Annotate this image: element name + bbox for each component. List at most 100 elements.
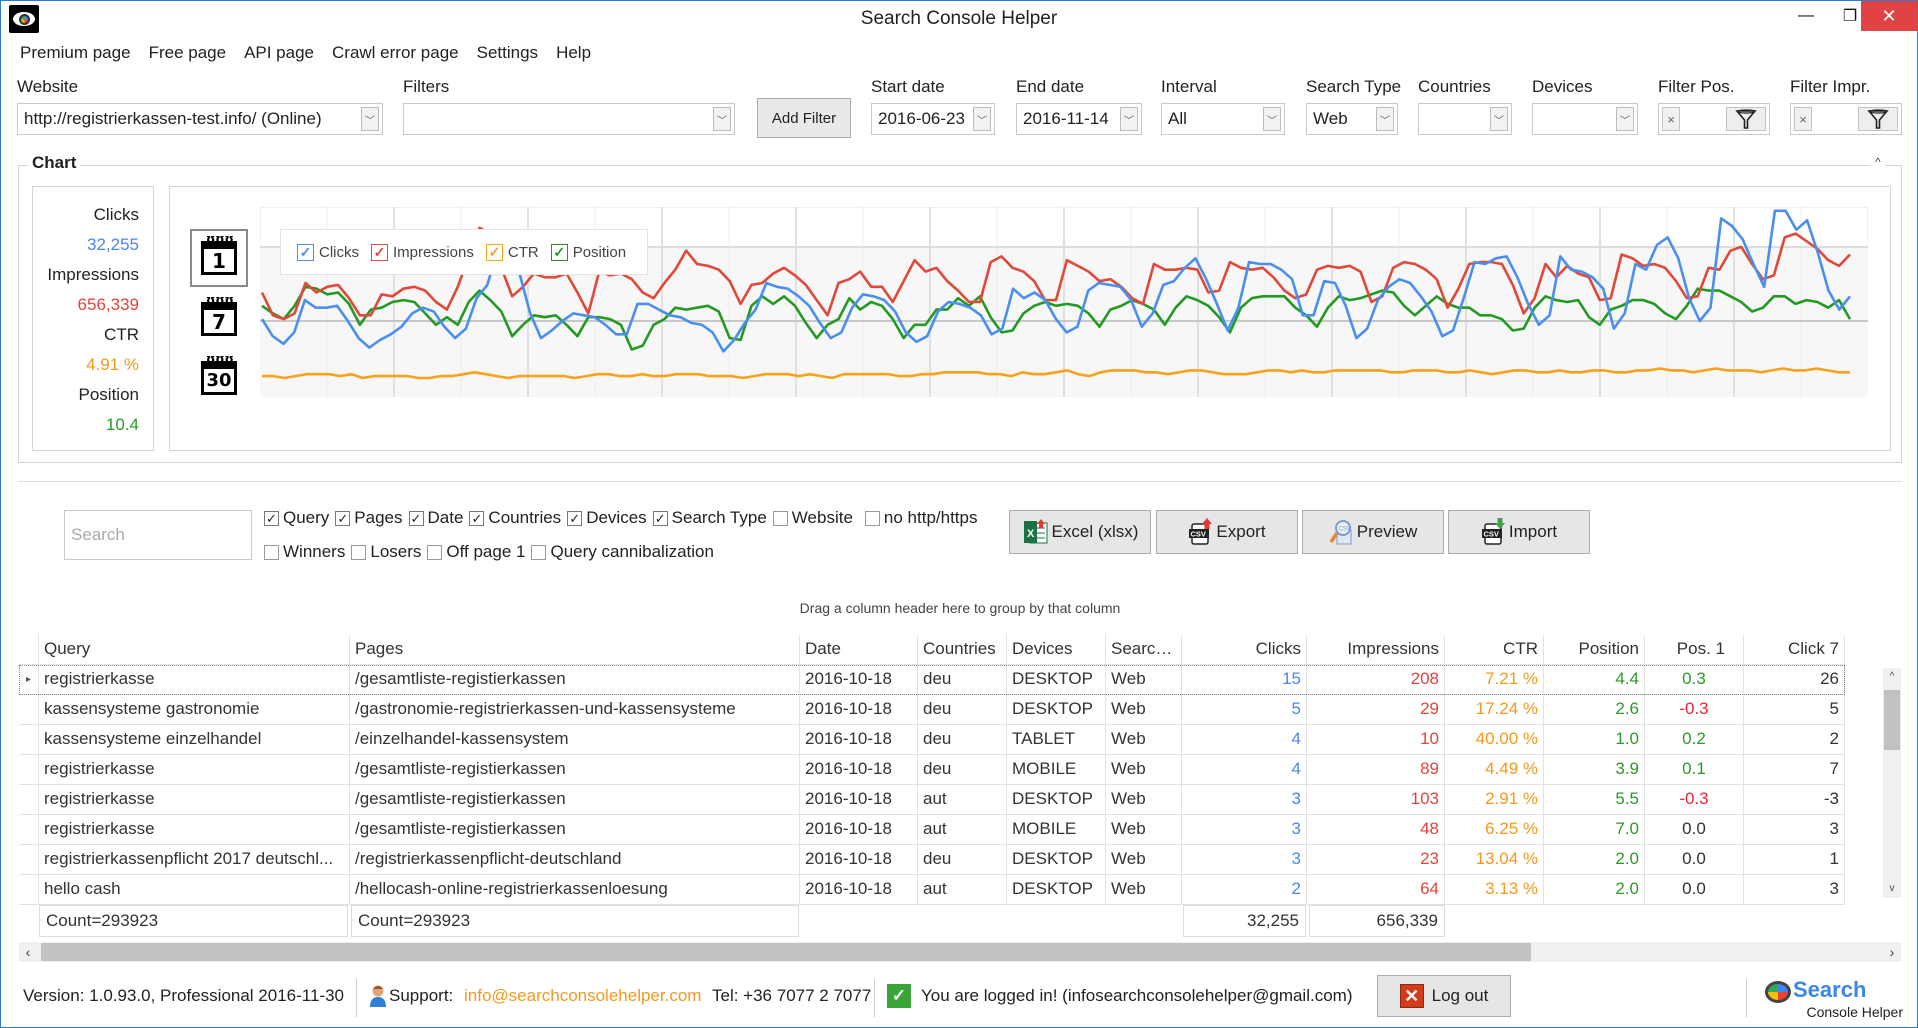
cell-click7-change[interactable]: 26 [1744, 665, 1845, 695]
cell-device[interactable]: DESKTOP [1007, 695, 1106, 725]
cell-position[interactable]: 2.0 [1544, 875, 1645, 905]
legend-item-ctr[interactable]: ✓ CTR [485, 243, 539, 261]
search-type-select[interactable]: Web ﹀ [1306, 103, 1398, 135]
csv-import-button[interactable]: CSV Import [1448, 510, 1590, 554]
column-header-date[interactable]: Date [800, 635, 918, 665]
cell-click7-change[interactable]: 7 [1744, 755, 1845, 785]
checkbox-date[interactable]: ✓ Date [408, 508, 463, 528]
cell-date[interactable]: 2016-10-18 [800, 695, 918, 725]
cell-pages[interactable]: /gastronomie-registrierkassen-und-kassen… [350, 695, 800, 725]
checkbox-checked-icon[interactable]: ✓ [550, 243, 568, 261]
cell-pos1-change[interactable]: 0.0 [1645, 875, 1744, 905]
cell-click7-change[interactable]: 2 [1744, 725, 1845, 755]
cell-clicks[interactable]: 5 [1182, 695, 1307, 725]
cell-date[interactable]: 2016-10-18 [800, 785, 918, 815]
column-header-pages[interactable]: Pages [350, 635, 800, 665]
csv-export-button[interactable]: CSV Export [1156, 510, 1298, 554]
checkbox-winners[interactable]: Winners [264, 542, 345, 562]
filter-funnel-icon[interactable] [1726, 107, 1766, 131]
cell-pages[interactable]: /registrierkassenpflicht-deutschland [350, 845, 800, 875]
minimize-button[interactable]: — [1783, 1, 1829, 31]
cell-device[interactable]: DESKTOP [1007, 875, 1106, 905]
legend-item-position[interactable]: ✓ Position [550, 243, 626, 261]
countries-select[interactable]: ﹀ [1418, 103, 1512, 135]
end-date-picker[interactable]: 2016-11-14 ﹀ [1016, 103, 1142, 135]
cell-country[interactable]: deu [918, 845, 1007, 875]
cell-device[interactable]: DESKTOP [1007, 845, 1106, 875]
close-button[interactable]: ✕ [1861, 1, 1917, 31]
cell-device[interactable]: TABLET [1007, 725, 1106, 755]
cell-search-type[interactable]: Web [1106, 755, 1182, 785]
cell-pos1-change[interactable]: -0.3 [1645, 695, 1744, 725]
cell-position[interactable]: 2.0 [1544, 845, 1645, 875]
cell-clicks[interactable]: 3 [1182, 785, 1307, 815]
filters-select[interactable]: ﹀ [403, 103, 735, 135]
column-header-impressions[interactable]: Impressions [1307, 635, 1445, 665]
chevron-down-icon[interactable]: ﹀ [1490, 107, 1508, 131]
cell-pos1-change[interactable]: 0.0 [1645, 845, 1744, 875]
column-header-click7[interactable]: Click 7 [1744, 635, 1845, 665]
table-row[interactable]: kassensysteme gastronomie/gastronomie-re… [19, 695, 1845, 725]
chevron-down-icon[interactable]: ﹀ [713, 107, 731, 131]
column-header-clicks[interactable]: Clicks [1182, 635, 1307, 665]
cell-clicks[interactable]: 3 [1182, 845, 1307, 875]
website-select[interactable]: http://registrierkassen-test.info/ (Onli… [17, 103, 383, 135]
cell-date[interactable]: 2016-10-18 [800, 845, 918, 875]
row-indicator[interactable] [19, 845, 39, 875]
cell-ctr[interactable]: 7.21 % [1445, 665, 1544, 695]
search-input[interactable] [64, 510, 252, 560]
chevron-down-icon[interactable]: ﹀ [1120, 107, 1138, 131]
monthly-interval-button[interactable]: 30 [190, 349, 248, 407]
cell-position[interactable]: 5.5 [1544, 785, 1645, 815]
scroll-left-icon[interactable]: ‹ [19, 942, 37, 962]
cell-search-type[interactable]: Web [1106, 695, 1182, 725]
cell-pages[interactable]: /hellocash-online-registrierkassenloesun… [350, 875, 800, 905]
weekly-interval-button[interactable]: 7 [190, 290, 248, 348]
checkbox-checked-icon[interactable]: ✓ [297, 243, 314, 261]
cell-click7-change[interactable]: -3 [1744, 785, 1845, 815]
menu-premium-page[interactable]: Premium page [11, 41, 140, 65]
checkbox-devices[interactable]: ✓ Devices [567, 508, 647, 528]
chevron-down-icon[interactable]: ﹀ [1263, 107, 1281, 131]
cell-country[interactable]: deu [918, 725, 1007, 755]
checkbox-pages[interactable]: ✓ Pages [335, 508, 403, 528]
vertical-scrollbar[interactable]: ^ v [1883, 668, 1901, 898]
cell-impressions[interactable]: 48 [1307, 815, 1445, 845]
table-row[interactable]: ▸ registrierkasse/gesamtliste-registierka… [19, 665, 1845, 695]
cell-pos1-change[interactable]: 0.1 [1645, 755, 1744, 785]
support-email-link[interactable]: info@searchconsolehelper.com [464, 986, 701, 1006]
cell-query[interactable]: kassensysteme gastronomie [39, 695, 350, 725]
cell-country[interactable]: deu [918, 755, 1007, 785]
horizontal-scroll-thumb[interactable] [41, 943, 1531, 961]
cell-clicks[interactable]: 15 [1182, 665, 1307, 695]
checkbox-query-cannibalization[interactable]: Query cannibalization [531, 542, 714, 562]
clear-icon[interactable]: × [1662, 107, 1680, 131]
cell-click7-change[interactable]: 5 [1744, 695, 1845, 725]
group-by-drop-area[interactable]: Drag a column header here to group by th… [1, 600, 1918, 616]
cell-clicks[interactable]: 3 [1182, 815, 1307, 845]
cell-search-type[interactable]: Web [1106, 785, 1182, 815]
cell-ctr[interactable]: 6.25 % [1445, 815, 1544, 845]
cell-impressions[interactable]: 103 [1307, 785, 1445, 815]
cell-country[interactable]: deu [918, 695, 1007, 725]
menu-crawl-error-page[interactable]: Crawl error page [323, 41, 468, 65]
cell-position[interactable]: 3.9 [1544, 755, 1645, 785]
cell-pages[interactable]: /gesamtliste-registierkassen [350, 785, 800, 815]
cell-click7-change[interactable]: 3 [1744, 815, 1845, 845]
cell-impressions[interactable]: 208 [1307, 665, 1445, 695]
cell-device[interactable]: DESKTOP [1007, 785, 1106, 815]
add-filter-button[interactable]: Add Filter [757, 98, 851, 138]
cell-pos1-change[interactable]: 0.0 [1645, 815, 1744, 845]
vertical-scroll-thumb[interactable] [1884, 690, 1900, 750]
logout-button[interactable]: ✕ Log out [1377, 975, 1511, 1017]
cell-pages[interactable]: /gesamtliste-registierkassen [350, 665, 800, 695]
cell-query[interactable]: registrierkassenpflicht 2017 deutschl... [39, 845, 350, 875]
start-date-picker[interactable]: 2016-06-23 ﹀ [871, 103, 995, 135]
cell-device[interactable]: MOBILE [1007, 815, 1106, 845]
cell-country[interactable]: aut [918, 875, 1007, 905]
cell-search-type[interactable]: Web [1106, 875, 1182, 905]
table-row[interactable]: registrierkasse/gesamtliste-registierkas… [19, 815, 1845, 845]
cell-impressions[interactable]: 23 [1307, 845, 1445, 875]
cell-date[interactable]: 2016-10-18 [800, 755, 918, 785]
filter-funnel-icon[interactable] [1858, 107, 1898, 131]
